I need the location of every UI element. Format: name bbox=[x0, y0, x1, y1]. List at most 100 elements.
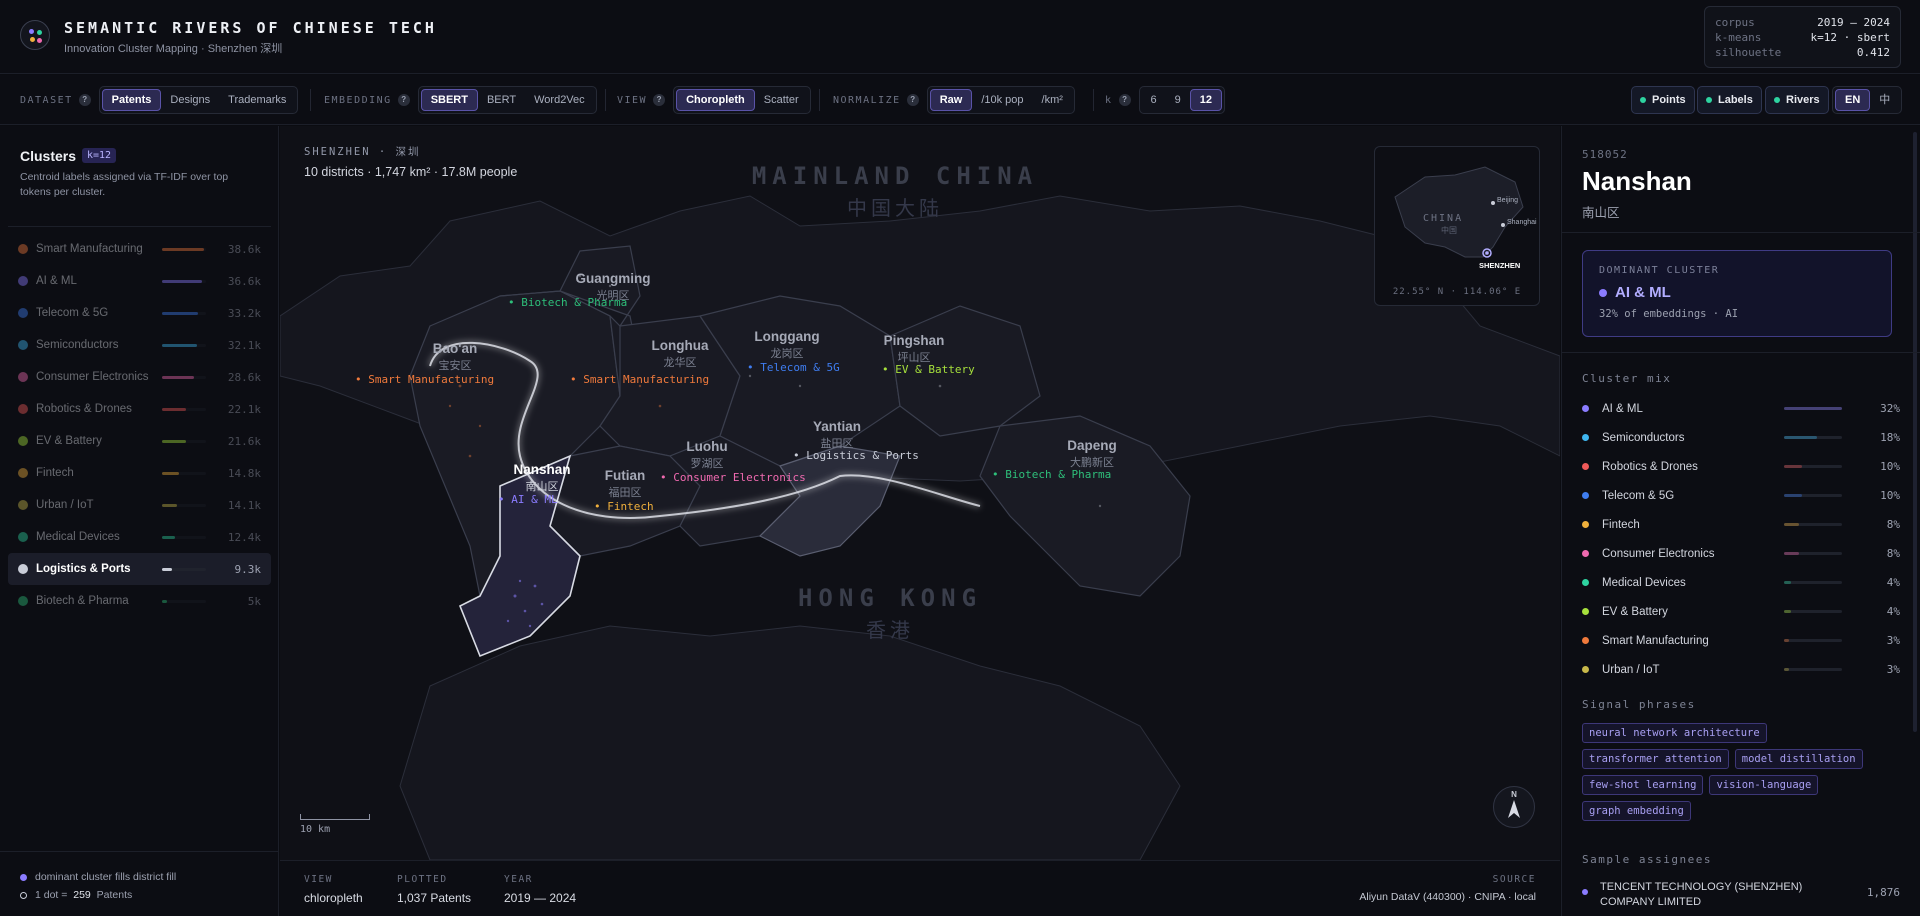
map-legend: dominant cluster fills district fill 1 d… bbox=[0, 851, 279, 916]
toggle-rivers[interactable]: Rivers bbox=[1765, 86, 1829, 114]
map-canvas[interactable]: SHENZHEN · 深圳 10 districts · 1,747 km² ·… bbox=[280, 126, 1560, 860]
cluster-mix-row[interactable]: AI & ML 32% bbox=[1582, 394, 1900, 423]
embedding-bert-button[interactable]: BERT bbox=[478, 89, 525, 111]
cluster-mix-row[interactable]: Consumer Electronics 8% bbox=[1582, 539, 1900, 568]
district-label[interactable]: Nanshan 南山区 bbox=[513, 462, 570, 494]
help-icon[interactable]: ? bbox=[653, 94, 666, 106]
toggle-points[interactable]: Points bbox=[1631, 86, 1695, 114]
dataset-patents-button[interactable]: Patents bbox=[101, 89, 162, 111]
cluster-item[interactable]: Urban / IoT 14.1k bbox=[8, 489, 271, 521]
dataset-designs-button[interactable]: Designs bbox=[161, 89, 219, 111]
cluster-dot-icon bbox=[18, 340, 28, 350]
divider bbox=[1562, 352, 1920, 353]
legend-dot-icon bbox=[20, 873, 27, 881]
signal-phrase-tag[interactable]: transformer attention bbox=[1582, 749, 1729, 769]
district-label[interactable]: Luohu 罗湖区 bbox=[686, 439, 727, 471]
district-label[interactable]: Dapeng 大鹏新区 bbox=[1067, 438, 1117, 470]
toggle-labels[interactable]: Labels bbox=[1697, 86, 1762, 114]
cluster-mix-row[interactable]: Smart Manufacturing 3% bbox=[1582, 626, 1900, 655]
cluster-item[interactable]: EV & Battery 21.6k bbox=[8, 425, 271, 457]
cluster-item[interactable]: Smart Manufacturing 38.6k bbox=[8, 233, 271, 265]
help-icon[interactable]: ? bbox=[906, 94, 919, 106]
cluster-bar bbox=[162, 535, 206, 539]
district-label[interactable]: Pingshan 坪山区 bbox=[884, 333, 945, 365]
help-icon[interactable]: ? bbox=[397, 94, 410, 106]
embedding-word2vec-button[interactable]: Word2Vec bbox=[525, 89, 594, 111]
toggle-labels-label: Labels bbox=[1718, 94, 1753, 106]
cluster-dot-icon bbox=[18, 244, 28, 254]
scrollbar[interactable] bbox=[1913, 132, 1917, 732]
k-9-button[interactable]: 9 bbox=[1166, 89, 1190, 111]
toggle-points-label: Points bbox=[1652, 94, 1686, 106]
kmeans-value: k=12 · sbert bbox=[1810, 31, 1890, 44]
cluster-item[interactable]: Biotech & Pharma 5k bbox=[8, 585, 271, 617]
normalize-km-button[interactable]: /km² bbox=[1033, 89, 1072, 111]
cluster-bar-fill bbox=[162, 247, 204, 251]
cluster-item[interactable]: Consumer Electronics 28.6k bbox=[8, 361, 271, 393]
view-choropleth-button[interactable]: Choropleth bbox=[676, 89, 755, 111]
status-view-value: chloropleth bbox=[304, 891, 363, 905]
dataset-trademarks-button[interactable]: Trademarks bbox=[219, 89, 295, 111]
lang-en-button[interactable]: EN bbox=[1835, 89, 1871, 111]
status-bar: VIEW chloropleth PLOTTED 1,037 Patents YEA… bbox=[280, 860, 1560, 916]
cluster-dot-icon bbox=[18, 500, 28, 510]
cluster-name: Smart Manufacturing bbox=[36, 243, 143, 255]
normalize-raw-button[interactable]: Raw bbox=[929, 89, 973, 111]
district-cluster-label: • EV & Battery bbox=[882, 363, 975, 376]
cluster-item[interactable]: Telecom & 5G 33.2k bbox=[8, 297, 271, 329]
view-scatter-button[interactable]: Scatter bbox=[755, 89, 808, 111]
cluster-mix-list: AI & ML 32% Semiconductors 18% Robotics & Dr… bbox=[1582, 394, 1900, 684]
normalize-pop-button[interactable]: /10k pop bbox=[972, 89, 1032, 111]
embedding-group: EMBEDDING ? SBERT BERT Word2Vec bbox=[324, 86, 597, 114]
embedding-sbert-button[interactable]: SBERT bbox=[420, 89, 478, 111]
district-label[interactable]: Longgang 龙岗区 bbox=[754, 329, 819, 361]
divider bbox=[819, 89, 820, 111]
district-label[interactable]: Bao'an 宝安区 bbox=[433, 341, 477, 373]
district-label[interactable]: Yantian 盐田区 bbox=[813, 419, 861, 451]
signal-phrase-tag[interactable]: vision-language bbox=[1709, 775, 1819, 795]
cluster-item[interactable]: Robotics & Drones 22.1k bbox=[8, 393, 271, 425]
cluster-mix-row[interactable]: Telecom & 5G 10% bbox=[1582, 481, 1900, 510]
cluster-value: 22.1k bbox=[227, 402, 261, 416]
legend-dot-unit: Patents bbox=[96, 889, 133, 901]
status-source-key: SOURCE bbox=[1492, 874, 1536, 885]
lang-zh-button[interactable]: 中 bbox=[1870, 89, 1899, 111]
assignee-dot-icon bbox=[1582, 889, 1588, 895]
inset-shenzhen-label: SHENZHEN bbox=[1479, 261, 1521, 270]
k-6-button[interactable]: 6 bbox=[1142, 89, 1166, 111]
cluster-mix-row[interactable]: Fintech 8% bbox=[1582, 510, 1900, 539]
cluster-value: 12.4k bbox=[227, 530, 261, 544]
cluster-mix-row[interactable]: Semiconductors 18% bbox=[1582, 423, 1900, 452]
district-label[interactable]: Longhua 龙华区 bbox=[652, 338, 709, 370]
cluster-mix-row[interactable]: Medical Devices 4% bbox=[1582, 568, 1900, 597]
signal-phrase-tag[interactable]: graph embedding bbox=[1582, 801, 1691, 821]
compass-arrow-icon bbox=[1508, 800, 1520, 818]
hongkong-label: HONG KONG bbox=[797, 584, 983, 612]
hongkong-label-cn: 香港 bbox=[866, 620, 914, 642]
cluster-mix-row[interactable]: EV & Battery 4% bbox=[1582, 597, 1900, 626]
cluster-item[interactable]: Fintech 14.8k bbox=[8, 457, 271, 489]
cluster-mix-row[interactable]: Urban / IoT 3% bbox=[1582, 655, 1900, 684]
k-12-button[interactable]: 12 bbox=[1189, 89, 1223, 111]
compass-icon[interactable]: N bbox=[1493, 786, 1535, 828]
cluster-mix-bar bbox=[1784, 639, 1842, 642]
cluster-item[interactable]: AI & ML 36.6k bbox=[8, 265, 271, 297]
cluster-item[interactable]: Medical Devices 12.4k bbox=[8, 521, 271, 553]
status-view-key: VIEW bbox=[304, 874, 333, 885]
cluster-mix-row[interactable]: Robotics & Drones 10% bbox=[1582, 452, 1900, 481]
signal-phrase-tag[interactable]: model distillation bbox=[1734, 749, 1863, 769]
help-icon[interactable]: ? bbox=[78, 94, 91, 106]
cluster-mix-bar-fill bbox=[1784, 668, 1789, 671]
cluster-item[interactable]: Semiconductors 32.1k bbox=[8, 329, 271, 361]
district-cluster-text: Consumer Electronics bbox=[673, 471, 806, 484]
help-icon[interactable]: ? bbox=[1118, 94, 1131, 106]
assignee-row[interactable]: TENCENT TECHNOLOGY (SHENZHEN) COMPANY LI… bbox=[1582, 880, 1900, 910]
cluster-bar-fill bbox=[162, 375, 194, 379]
compass-north-label: N bbox=[1511, 790, 1517, 799]
signal-phrase-tag[interactable]: neural network architecture bbox=[1582, 723, 1767, 743]
cluster-item[interactable]: Logistics & Ports 9.3k bbox=[8, 553, 271, 585]
district-cluster-label: • Smart Manufacturing bbox=[355, 373, 494, 386]
cluster-mix-name: Robotics & Drones bbox=[1602, 460, 1698, 473]
signal-phrase-tag[interactable]: few-shot learning bbox=[1582, 775, 1704, 795]
district-label[interactable]: Futian 福田区 bbox=[605, 468, 646, 500]
